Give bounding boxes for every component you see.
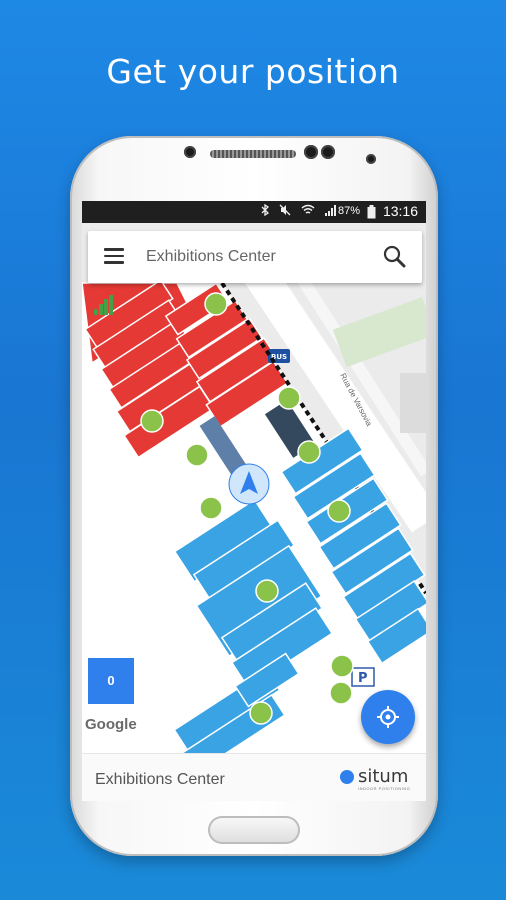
phone-camera-2 [321, 145, 335, 159]
google-attribution: Google [85, 716, 137, 733]
search-input[interactable]: Exhibitions Center [146, 248, 276, 266]
user-location-indicator [228, 463, 270, 505]
poi-marker[interactable] [140, 409, 164, 433]
parking-label: P [358, 671, 368, 686]
poi-marker[interactable] [204, 292, 228, 316]
page-headline: Get your position [106, 52, 400, 91]
brand-tagline: INDOOR POSITIONING [358, 786, 411, 791]
phone-speaker [210, 150, 296, 158]
poi-marker[interactable] [330, 654, 354, 678]
floor-selector-button[interactable]: 0 [88, 658, 134, 704]
poi-marker[interactable] [277, 386, 301, 410]
locate-me-button[interactable] [361, 690, 415, 744]
search-icon[interactable] [382, 244, 406, 268]
phone-sensor [184, 146, 196, 158]
poi-marker[interactable] [329, 681, 353, 705]
battery-percent: 87% [337, 205, 360, 217]
bottom-info-bar[interactable]: Exhibitions Center situm INDOOR POSITION… [82, 753, 426, 801]
situm-logo: situm INDOOR POSITIONING [340, 766, 420, 796]
wifi-icon [301, 204, 315, 214]
status-bar: 87% 13:16 [82, 201, 426, 223]
mute-icon [279, 204, 291, 216]
phone-front-sensor [366, 154, 376, 164]
bluetooth-icon [261, 203, 269, 217]
status-icons [260, 203, 338, 219]
navigation-icon [340, 770, 354, 784]
poi-marker[interactable] [199, 496, 223, 520]
crosshair-icon [377, 706, 399, 728]
home-button[interactable] [208, 816, 300, 844]
building-name: Exhibitions Center [95, 771, 225, 788]
brand-name: situm [358, 766, 409, 787]
signal-icon [325, 205, 336, 216]
phone-screen: 87% 13:16 Rua de Varsovia BUS P Exhibiti… [82, 201, 426, 801]
clock: 13:16 [382, 203, 418, 219]
poi-marker[interactable] [327, 499, 351, 523]
poi-marker[interactable] [255, 579, 279, 603]
poi-marker[interactable] [297, 440, 321, 464]
search-bar[interactable]: Exhibitions Center [88, 231, 422, 283]
menu-icon[interactable] [104, 248, 124, 264]
phone-camera [304, 145, 318, 159]
poi-marker[interactable] [249, 701, 273, 725]
poi-marker[interactable] [185, 443, 209, 467]
battery-icon [367, 205, 376, 219]
